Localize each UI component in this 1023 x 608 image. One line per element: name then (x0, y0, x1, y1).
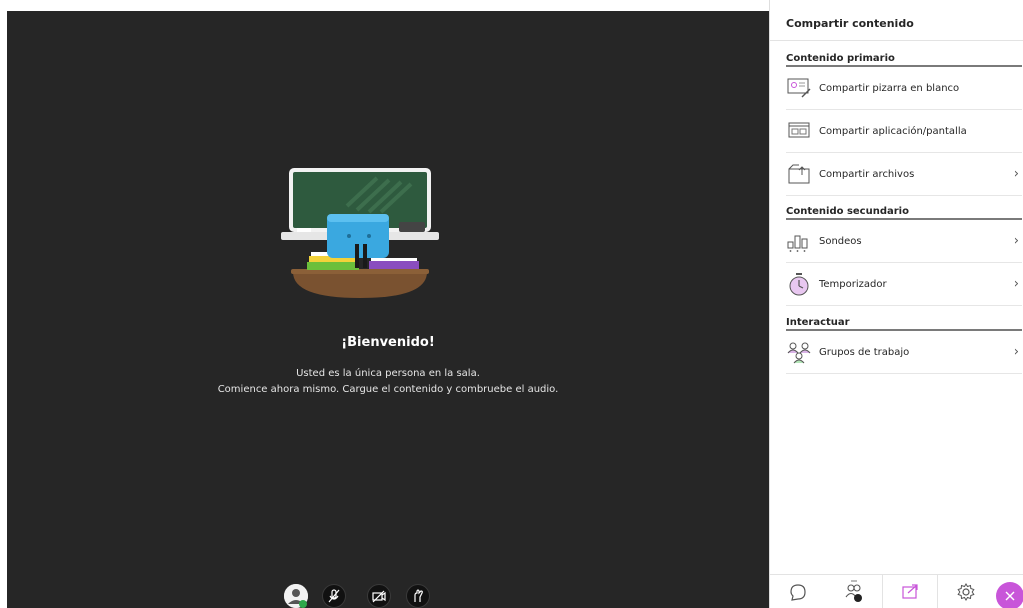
section-primary-content: Contenido primario Compartir pizarra en … (786, 51, 1022, 196)
my-status-button[interactable] (284, 584, 308, 608)
share-files-item[interactable]: Compartir archivos › (786, 153, 1022, 196)
raise-hand-icon (414, 589, 423, 602)
section-interact: Interactuar Grupos de trabajo › (786, 315, 1022, 374)
main-stage: ¡Bienvenido! Usted es la única persona e… (7, 11, 769, 608)
timer-item[interactable]: Temporizador › (786, 263, 1022, 306)
chevron-right-icon: › (1013, 166, 1019, 182)
avatar-icon (284, 584, 308, 608)
settings-icon (957, 583, 975, 601)
close-panel-button[interactable] (996, 582, 1023, 608)
panel-tab-bar (770, 574, 1023, 608)
panel-header-divider (770, 40, 1023, 41)
welcome-title: ¡Bienvenido! (341, 335, 435, 350)
tab-chat[interactable] (770, 575, 826, 608)
section-title: Contenido primario (786, 51, 1022, 67)
breakout-groups-icon (786, 339, 812, 365)
camera-toggle-button[interactable] (367, 584, 391, 608)
whiteboard-icon (786, 75, 812, 101)
timer-icon (786, 271, 812, 297)
polls-item[interactable]: Sondeos › (786, 220, 1022, 263)
files-icon (786, 161, 812, 187)
classroom-illustration (281, 168, 439, 298)
attendees-icon (845, 580, 862, 602)
chevron-right-icon: › (1013, 344, 1019, 360)
microphone-off-icon (328, 589, 340, 603)
item-label: Grupos de trabajo (819, 346, 910, 358)
section-title: Interactuar (786, 315, 1022, 331)
tab-share-content[interactable] (882, 575, 938, 608)
share-content-panel: Compartir contenido Contenido primario C… (769, 0, 1023, 608)
microphone-toggle-button[interactable] (322, 584, 346, 608)
breakout-groups-item[interactable]: Grupos de trabajo › (786, 331, 1022, 374)
share-content-icon (902, 584, 918, 599)
share-application-item[interactable]: Compartir aplicación/pantalla (786, 110, 1022, 153)
chat-icon (790, 584, 806, 601)
item-label: Temporizador (819, 278, 887, 290)
chevron-right-icon: › (1013, 276, 1019, 292)
tab-attendees[interactable] (826, 575, 882, 608)
section-secondary-content: Contenido secundario Sondeos › Temporiza… (786, 204, 1022, 306)
raise-hand-button[interactable] (406, 584, 430, 608)
camera-off-icon (372, 590, 386, 603)
panel-title: Compartir contenido (786, 17, 914, 30)
item-label: Compartir archivos (819, 168, 915, 180)
close-icon (1005, 591, 1015, 601)
welcome-message-line-1: Usted es la única persona en la sala. (296, 368, 480, 379)
collaborate-app: ¡Bienvenido! Usted es la única persona e… (0, 0, 1023, 608)
chevron-right-icon: › (1013, 233, 1019, 249)
media-controls-bar (284, 584, 434, 608)
welcome-message-line-2: Comience ahora mismo. Cargue el contenid… (217, 384, 559, 395)
section-title: Contenido secundario (786, 204, 1022, 220)
item-label: Compartir aplicación/pantalla (819, 125, 967, 137)
screen-share-icon (786, 118, 812, 144)
item-label: Sondeos (819, 235, 862, 247)
share-whiteboard-item[interactable]: Compartir pizarra en blanco (786, 67, 1022, 110)
item-label: Compartir pizarra en blanco (819, 82, 960, 94)
poll-icon (786, 228, 812, 254)
tab-settings[interactable] (938, 575, 994, 608)
